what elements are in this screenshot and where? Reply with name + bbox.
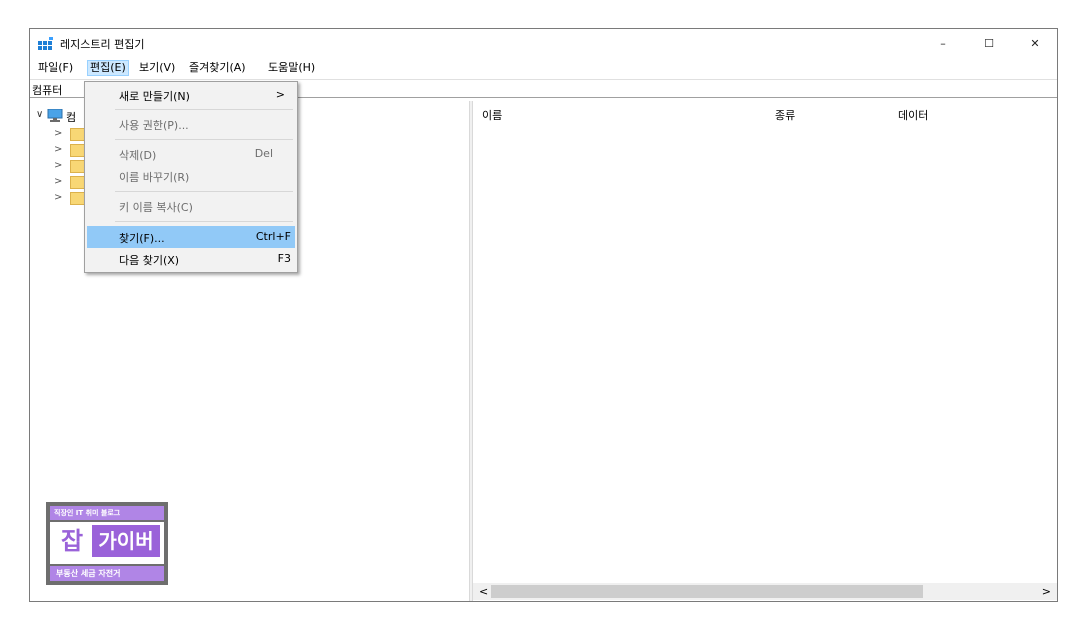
menu-file[interactable]: 파일(F) [36, 60, 75, 76]
menu-separator [115, 109, 293, 110]
horizontal-scrollbar[interactable]: < > [473, 583, 1057, 600]
menu-item-label: 이름 바꾸기(R) [119, 171, 190, 184]
title-bar[interactable]: 레지스트리 편집기 – ☐ ✕ [30, 29, 1057, 58]
menu-separator [115, 221, 293, 222]
menu-separator [115, 191, 293, 192]
menu-help[interactable]: 도움말(H) [266, 60, 317, 76]
close-button[interactable]: ✕ [1012, 29, 1058, 58]
submenu-arrow-icon: > [275, 88, 285, 101]
menu-item-label: 사용 권한(P)... [119, 119, 189, 132]
menu-bar: 파일(F) 편집(E) 보기(V) 즐겨찾기(A) 도움말(H) [30, 58, 1057, 78]
expand-chevron-icon[interactable]: ∨ [36, 109, 46, 121]
menu-favorites[interactable]: 즐겨찾기(A) [187, 60, 248, 76]
collapse-chevron-icon[interactable]: > [54, 160, 62, 172]
menu-item-rename[interactable]: 이름 바꾸기(R) [87, 165, 295, 187]
column-header-data[interactable]: 데이터 [898, 107, 928, 123]
collapse-chevron-icon[interactable]: > [54, 144, 62, 156]
menu-item-label: 새로 만들기(N) [119, 90, 190, 103]
values-list-pane: 이름 종류 데이터 < > [473, 101, 1057, 601]
menu-item-label: 찾기(F)... [119, 232, 165, 245]
menu-item-copy-key-name[interactable]: 키 이름 복사(C) [87, 195, 295, 217]
minimize-button[interactable]: – [920, 29, 966, 58]
menu-item-permissions[interactable]: 사용 권한(P)... [87, 113, 295, 135]
scroll-thumb[interactable] [491, 585, 923, 598]
collapse-chevron-icon[interactable]: > [54, 176, 62, 188]
scroll-right-icon[interactable]: > [1042, 585, 1051, 598]
watermark-char: 잡 [60, 527, 84, 555]
menu-view[interactable]: 보기(V) [137, 60, 177, 76]
maximize-button[interactable]: ☐ [966, 29, 1012, 58]
menu-edit[interactable]: 편집(E) [87, 60, 129, 76]
menu-item-shortcut: Ctrl+F [255, 230, 291, 243]
watermark-main: 잡 가이버 [50, 522, 164, 564]
watermark-logo: 직장인 IT 취미 블로그 잡 가이버 부동산 세금 자전거 [46, 502, 168, 585]
scroll-left-icon[interactable]: < [479, 585, 488, 598]
window-title: 레지스트리 편집기 [60, 38, 145, 51]
tree-root-label: 컴 [66, 111, 77, 124]
watermark-bottom-text: 부동산 세금 자전거 [50, 566, 164, 581]
menu-item-find-next[interactable]: 다음 찾기(X) F3 [87, 248, 295, 270]
collapse-chevron-icon[interactable]: > [54, 128, 62, 140]
registry-icon [38, 37, 53, 50]
column-header-type[interactable]: 종류 [775, 107, 795, 123]
watermark-top-text: 직장인 IT 취미 블로그 [50, 506, 164, 520]
computer-icon [47, 109, 63, 122]
menu-item-shortcut: Del [254, 147, 273, 160]
menu-item-shortcut: F3 [277, 252, 291, 265]
menu-item-label: 다음 찾기(X) [119, 254, 180, 267]
column-header-name[interactable]: 이름 [482, 107, 502, 123]
address-text: 컴퓨터 [32, 84, 63, 97]
menu-item-find[interactable]: 찾기(F)... Ctrl+F [87, 226, 295, 248]
menu-item-new[interactable]: 새로 만들기(N) > [87, 84, 295, 106]
watermark-name: 가이버 [92, 525, 160, 557]
menu-item-label: 키 이름 복사(C) [119, 201, 193, 214]
menu-item-delete[interactable]: 삭제(D) Del [87, 143, 295, 165]
menu-item-label: 삭제(D) [119, 149, 157, 162]
edit-menu-dropdown: 새로 만들기(N) > 사용 권한(P)... 삭제(D) Del 이름 바꾸기… [84, 81, 298, 273]
menu-separator [115, 139, 293, 140]
collapse-chevron-icon[interactable]: > [54, 192, 62, 204]
